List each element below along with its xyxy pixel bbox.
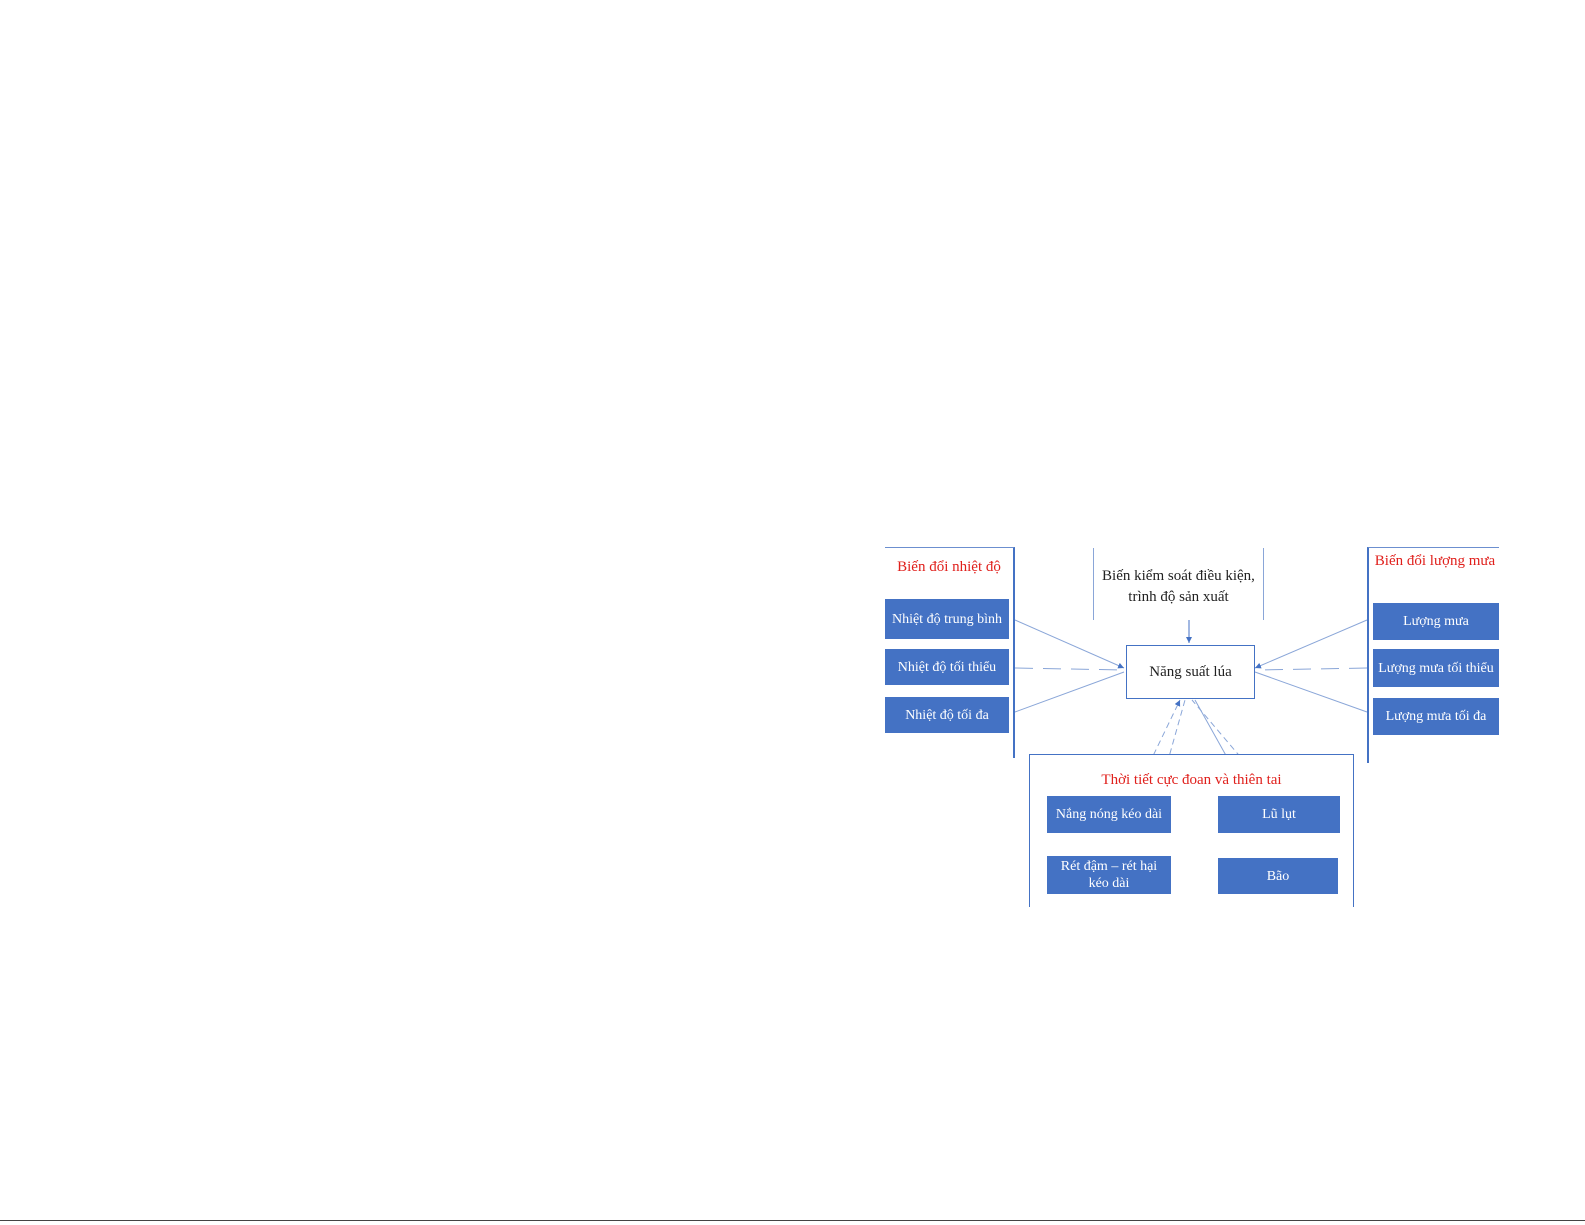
arrow-rain — [1254, 619, 1368, 669]
arrow-avg-temp — [1014, 619, 1125, 669]
temp-avg-box: Nhiệt độ trung bình — [885, 599, 1009, 639]
temp-max-box: Nhiệt độ tối đa — [885, 697, 1009, 733]
arrow-min-temp — [1014, 667, 1125, 671]
extreme-weather-group: Thời tiết cực đoan và thiên tai Nắng nón… — [1029, 754, 1354, 907]
rain-max-box: Lượng mưa tối đa — [1373, 698, 1499, 735]
arrow-min-rain — [1254, 667, 1368, 671]
connector-arrows — [1014, 619, 1368, 871]
rain-min-box: Lượng mưa tối thiểu — [1373, 649, 1499, 687]
flood-box: Lũ lụt — [1218, 796, 1340, 833]
storm-box: Bão — [1218, 858, 1338, 894]
page-bottom-rule — [0, 1220, 1585, 1221]
rice-yield-diagram: Biến đổi nhiệt độ Nhiệt độ trung bình Nh… — [0, 0, 1585, 1225]
rainfall-title: Biến đổi lượng mưa — [1374, 553, 1496, 569]
arrow-max-rain — [1254, 671, 1368, 713]
extreme-title: Thời tiết cực đoan và thiên tai — [1101, 772, 1282, 788]
rain-box: Lượng mưa — [1373, 603, 1499, 640]
rainfall-group: Biến đổi lượng mưa Lượng mưa Lượng mưa t… — [1367, 547, 1499, 763]
temperature-title: Biến đổi nhiệt độ — [897, 559, 1001, 575]
arrow-max-temp — [1014, 671, 1125, 713]
rice-yield-box: Năng suất lúa — [1126, 645, 1255, 699]
temp-min-box: Nhiệt độ tối thiểu — [885, 649, 1009, 685]
temperature-group: Biến đổi nhiệt độ Nhiệt độ trung bình Nh… — [885, 547, 1015, 758]
control-variable-box: Biến kiểm soát điều kiện, trình độ sản x… — [1093, 548, 1264, 620]
heatwave-box: Nắng nóng kéo dài — [1047, 796, 1171, 833]
cold-spell-box: Rét đậm – rét hại kéo dài — [1047, 856, 1171, 894]
